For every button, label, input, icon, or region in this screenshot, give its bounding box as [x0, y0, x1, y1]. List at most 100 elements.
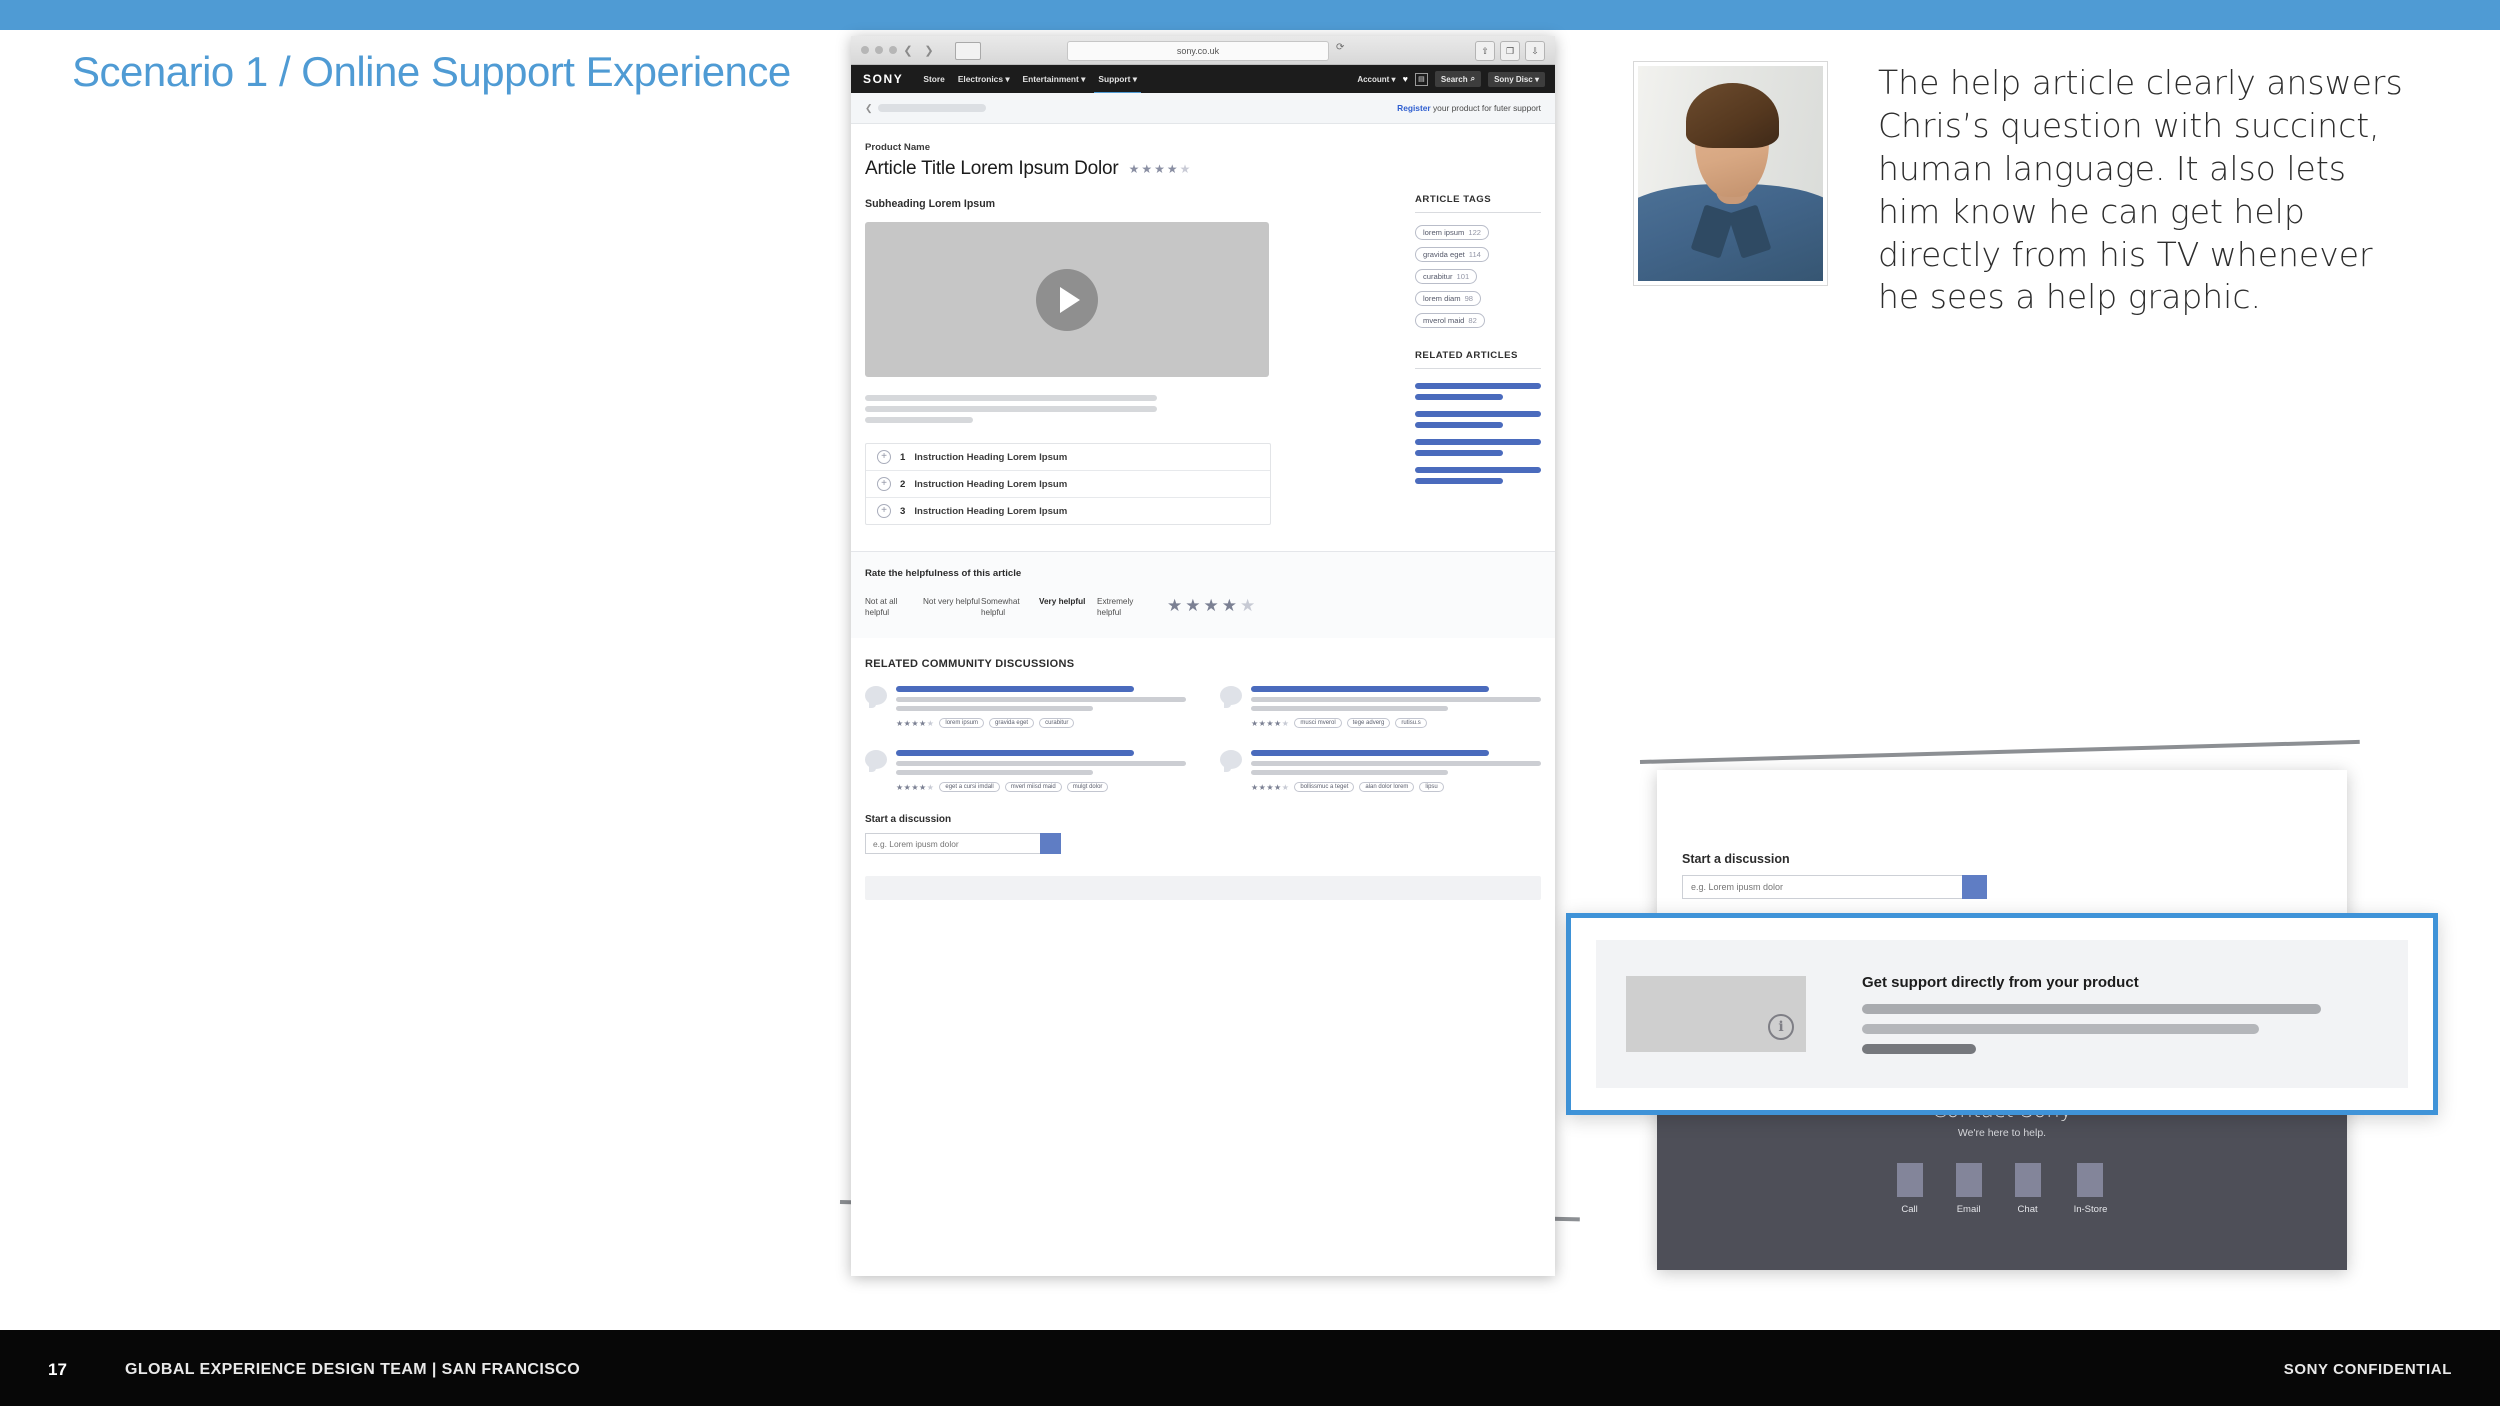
sony-store-button[interactable]: Sony Disc ▾ — [1488, 71, 1545, 87]
instruction-row[interactable]: + 1 Instruction Heading Lorem Ipsum — [866, 444, 1270, 471]
tv-discussion-input[interactable] — [1682, 875, 1962, 899]
discussion-tag[interactable]: mulgt dolor — [1066, 782, 1109, 793]
instruction-row[interactable]: + 3 Instruction Heading Lorem Ipsum — [866, 498, 1270, 524]
tv-discussion-submit-button[interactable] — [1962, 875, 1987, 899]
rating-stars[interactable]: ★ ★ ★ ★ ★ — [1167, 596, 1255, 616]
chevron-left-icon[interactable]: ❮ — [865, 103, 873, 114]
discussion-tag[interactable]: mverl miisd maid — [1004, 782, 1062, 793]
tag-chip[interactable]: mverol maid 82 — [1415, 313, 1485, 328]
nav-link-entertainment[interactable]: Entertainment ▾ — [1023, 74, 1086, 84]
discussion-tag[interactable]: gravida eget — [989, 718, 1035, 729]
contact-option-in-store[interactable]: In-Store — [2074, 1163, 2107, 1215]
heart-icon[interactable]: ♥ — [1403, 74, 1408, 84]
instruction-number: 3 — [900, 505, 906, 517]
breadcrumb[interactable]: ❮ — [865, 103, 986, 114]
search-button[interactable]: Search ⌕ — [1434, 71, 1482, 87]
sidebar-toggle-icon[interactable] — [955, 42, 981, 60]
tag-chip[interactable]: lorem diam 98 — [1415, 291, 1482, 306]
nav-link-support[interactable]: Support ▾ — [1094, 74, 1141, 94]
rating-option[interactable]: Not very helpful — [923, 596, 981, 607]
rating-option[interactable]: Not at all helpful — [865, 596, 923, 618]
rating-option-selected[interactable]: Very helpful — [1039, 596, 1097, 607]
discussion-meta: ★★★★★ eget a cursi imdall mverl miisd ma… — [896, 782, 1186, 793]
cart-icon[interactable]: ▤ — [1414, 72, 1428, 86]
star-icon[interactable]: ★ — [1204, 596, 1219, 616]
discussion-tag[interactable]: alan dolor lorem — [1359, 782, 1415, 793]
article-title-row: Article Title Lorem Ipsum Dolor ★ ★ ★ ★ … — [865, 158, 1541, 180]
tabs-icon[interactable]: ❐ — [1500, 41, 1520, 61]
start-discussion-row[interactable] — [865, 833, 1061, 855]
maximize-icon[interactable] — [889, 46, 897, 54]
discussion-tag[interactable]: lorem ipsum — [939, 718, 985, 729]
nav-link-store[interactable]: Store — [923, 74, 944, 84]
instruction-label: Instruction Heading Lorem Ipsum — [914, 478, 1068, 490]
share-icon[interactable]: ⇧ — [1475, 41, 1495, 61]
register-product-link[interactable]: Register your product for futer support — [1397, 103, 1541, 113]
breadcrumb-bar: ❮ Register your product for futer suppor… — [851, 93, 1555, 124]
instruction-row[interactable]: + 2 Instruction Heading Lorem Ipsum — [866, 471, 1270, 498]
window-controls[interactable] — [861, 46, 897, 54]
discussion-title-line — [896, 686, 1134, 693]
browser-toolbar-right[interactable]: ⇧ ❐ ⇩ — [1475, 41, 1545, 61]
discussion-meta: ★★★★★ bollissmuc a teget alan dolor lore… — [1251, 782, 1541, 793]
related-line — [1415, 439, 1541, 445]
address-bar[interactable]: sony.co.uk — [1067, 41, 1329, 61]
star-icon: ★ — [1128, 162, 1141, 176]
discussion-tag[interactable]: curabitur — [1039, 718, 1075, 729]
download-icon[interactable]: ⇩ — [1525, 41, 1545, 61]
discussion-item[interactable]: ★★★★★ lorem ipsum gravida eget curabitur — [865, 686, 1186, 729]
discussion-tag[interactable]: lipsu — [1419, 782, 1444, 793]
tv-start-discussion-row[interactable] — [1682, 875, 1987, 899]
comment-bubble-icon — [865, 750, 887, 773]
play-icon[interactable] — [1036, 268, 1098, 331]
tag-chip[interactable]: lorem ipsum 122 — [1415, 225, 1490, 240]
related-article-item[interactable] — [1415, 439, 1541, 456]
related-article-item[interactable] — [1415, 383, 1541, 400]
article-rating-stars[interactable]: ★ ★ ★ ★ ★ — [1129, 162, 1192, 176]
rating-option[interactable]: Somewhat helpful — [981, 596, 1039, 618]
close-icon[interactable] — [861, 46, 869, 54]
related-article-item[interactable] — [1415, 467, 1541, 484]
contact-option-call[interactable]: Call — [1896, 1163, 1923, 1215]
star-icon[interactable]: ★ — [1222, 596, 1237, 616]
contact-option-chat[interactable]: Chat — [2014, 1163, 2041, 1215]
discussion-item[interactable]: ★★★★★ eget a cursi imdall mverl miisd ma… — [865, 750, 1186, 793]
tag-chip[interactable]: curabitur 101 — [1415, 269, 1478, 284]
discussion-item[interactable]: ★★★★★ bollissmuc a teget alan dolor lore… — [1220, 750, 1541, 793]
plus-icon[interactable]: + — [877, 504, 891, 518]
forward-icon[interactable]: ❯ — [920, 42, 938, 58]
discussion-submit-button[interactable] — [1040, 833, 1061, 855]
related-article-item[interactable] — [1415, 411, 1541, 428]
discussion-tag[interactable]: tege adverg — [1346, 718, 1391, 729]
callout-text: Get support directly from your product — [1862, 974, 2378, 1054]
tag-count: 98 — [1464, 294, 1474, 303]
nav-link-electronics[interactable]: Electronics ▾ — [958, 74, 1010, 84]
contact-option-email[interactable]: Email — [1955, 1163, 1982, 1215]
discussion-tag[interactable]: eget a cursi imdall — [939, 782, 1000, 793]
discussion-tag[interactable]: bollissmuc a teget — [1294, 782, 1355, 793]
discussion-item[interactable]: ★★★★★ musci mverol tege adverg rutisu.s — [1220, 686, 1541, 729]
star-icon[interactable]: ★ — [1167, 596, 1182, 616]
top-accent-bar — [0, 0, 2500, 30]
star-icon[interactable]: ★ — [1185, 596, 1200, 616]
discussion-text-line — [1251, 761, 1541, 767]
back-icon[interactable]: ❮ — [899, 42, 917, 58]
star-icon-empty[interactable]: ★ — [1240, 596, 1255, 616]
browser-nav-buttons[interactable]: ❮ ❯ — [899, 42, 938, 58]
discussion-tag[interactable]: rutisu.s — [1395, 718, 1427, 729]
related-line — [1415, 478, 1504, 484]
video-player[interactable] — [865, 222, 1269, 377]
minimize-icon[interactable] — [875, 46, 883, 54]
sony-logo[interactable]: SONY — [863, 72, 903, 86]
tag-chip[interactable]: gravida eget 114 — [1415, 247, 1489, 262]
tag-count: 114 — [1468, 250, 1481, 259]
discussion-tag[interactable]: musci mverol — [1294, 718, 1342, 729]
discussion-input[interactable] — [865, 833, 1040, 855]
nav-right-cluster: Account ▾ ♥ ▤ Search ⌕ Sony Disc ▾ — [1357, 65, 1545, 93]
plus-icon[interactable]: + — [877, 450, 891, 464]
reload-icon[interactable]: ⟳ — [1336, 42, 1344, 53]
rating-option[interactable]: Extremely helpful — [1097, 596, 1155, 618]
tag-label: lorem ipsum — [1423, 228, 1465, 237]
account-menu[interactable]: Account ▾ — [1357, 75, 1395, 84]
plus-icon[interactable]: + — [877, 477, 891, 491]
